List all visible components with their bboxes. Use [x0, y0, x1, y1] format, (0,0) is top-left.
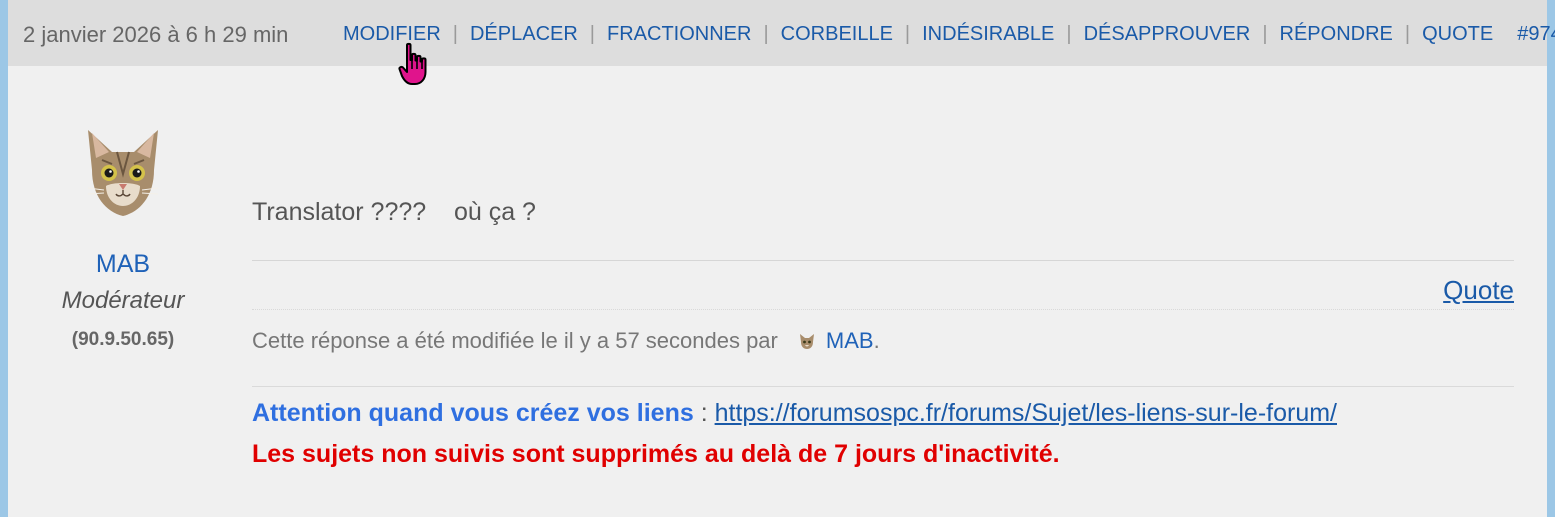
quote-action-link[interactable]: QUOTE: [1422, 23, 1493, 46]
signature-line: Attention quand vous créez vos liens : h…: [252, 399, 1337, 428]
action-separator: |: [1262, 23, 1268, 45]
unapprove-link[interactable]: DÉSAPPROUVER: [1084, 23, 1251, 46]
spam-link[interactable]: INDÉSIRABLE: [922, 23, 1054, 46]
signature-separator: :: [693, 399, 715, 427]
author-ip: (90.9.50.65): [71, 329, 175, 350]
moderation-actions: MODIFIER | DÉPLACER | FRACTIONNER | CORB…: [343, 23, 1555, 46]
cat-avatar-icon[interactable]: [82, 126, 164, 218]
action-separator: |: [904, 23, 911, 45]
signature-notice: Les sujets non suivis sont supprimés au …: [252, 440, 1060, 468]
left-border: [0, 0, 8, 517]
edit-notice-text: Cette réponse a été modifiée le il y a 5…: [252, 328, 778, 353]
edit-notice-end: .: [873, 328, 880, 353]
action-separator: |: [452, 23, 458, 45]
message-text: Translator ???? où ça ?: [252, 198, 536, 226]
edited-by-link[interactable]: MAB: [826, 328, 874, 354]
action-separator: |: [1066, 23, 1072, 45]
quote-button[interactable]: Quote: [1443, 275, 1514, 306]
action-separator: |: [1404, 23, 1411, 45]
split-link[interactable]: FRACTIONNER: [607, 23, 751, 46]
author-name[interactable]: MAB: [58, 250, 188, 279]
move-link[interactable]: DÉPLACER: [470, 23, 578, 46]
hand-pointer-icon: [398, 42, 427, 85]
forum-post: 2 janvier 2026 à 6 h 29 min MODIFIER | D…: [0, 0, 1555, 517]
author-panel: MAB Modérateur (90.9.50.65): [58, 126, 188, 351]
author-role: Modérateur: [61, 287, 185, 314]
right-border: [1547, 0, 1555, 517]
trash-link[interactable]: CORBEILLE: [781, 23, 893, 46]
divider: [252, 260, 1514, 261]
post-id-link[interactable]: #97429: [1517, 23, 1555, 46]
post-header-bar: 2 janvier 2026 à 6 h 29 min MODIFIER | D…: [8, 0, 1555, 66]
action-separator: |: [763, 23, 769, 45]
post-date: 2 janvier 2026 à 6 h 29 min: [23, 22, 289, 47]
edit-notice: Cette réponse a été modifiée le il y a 5…: [252, 328, 880, 354]
cat-avatar-icon: [799, 334, 814, 349]
reply-link[interactable]: RÉPONDRE: [1280, 23, 1393, 46]
signature-link[interactable]: https://forumsospc.fr/forums/Sujet/les-l…: [715, 399, 1337, 427]
signature-warning: Attention quand vous créez vos liens: [252, 399, 694, 427]
divider: [252, 309, 1514, 310]
signature-divider: [252, 386, 1514, 387]
action-separator: |: [589, 23, 595, 45]
